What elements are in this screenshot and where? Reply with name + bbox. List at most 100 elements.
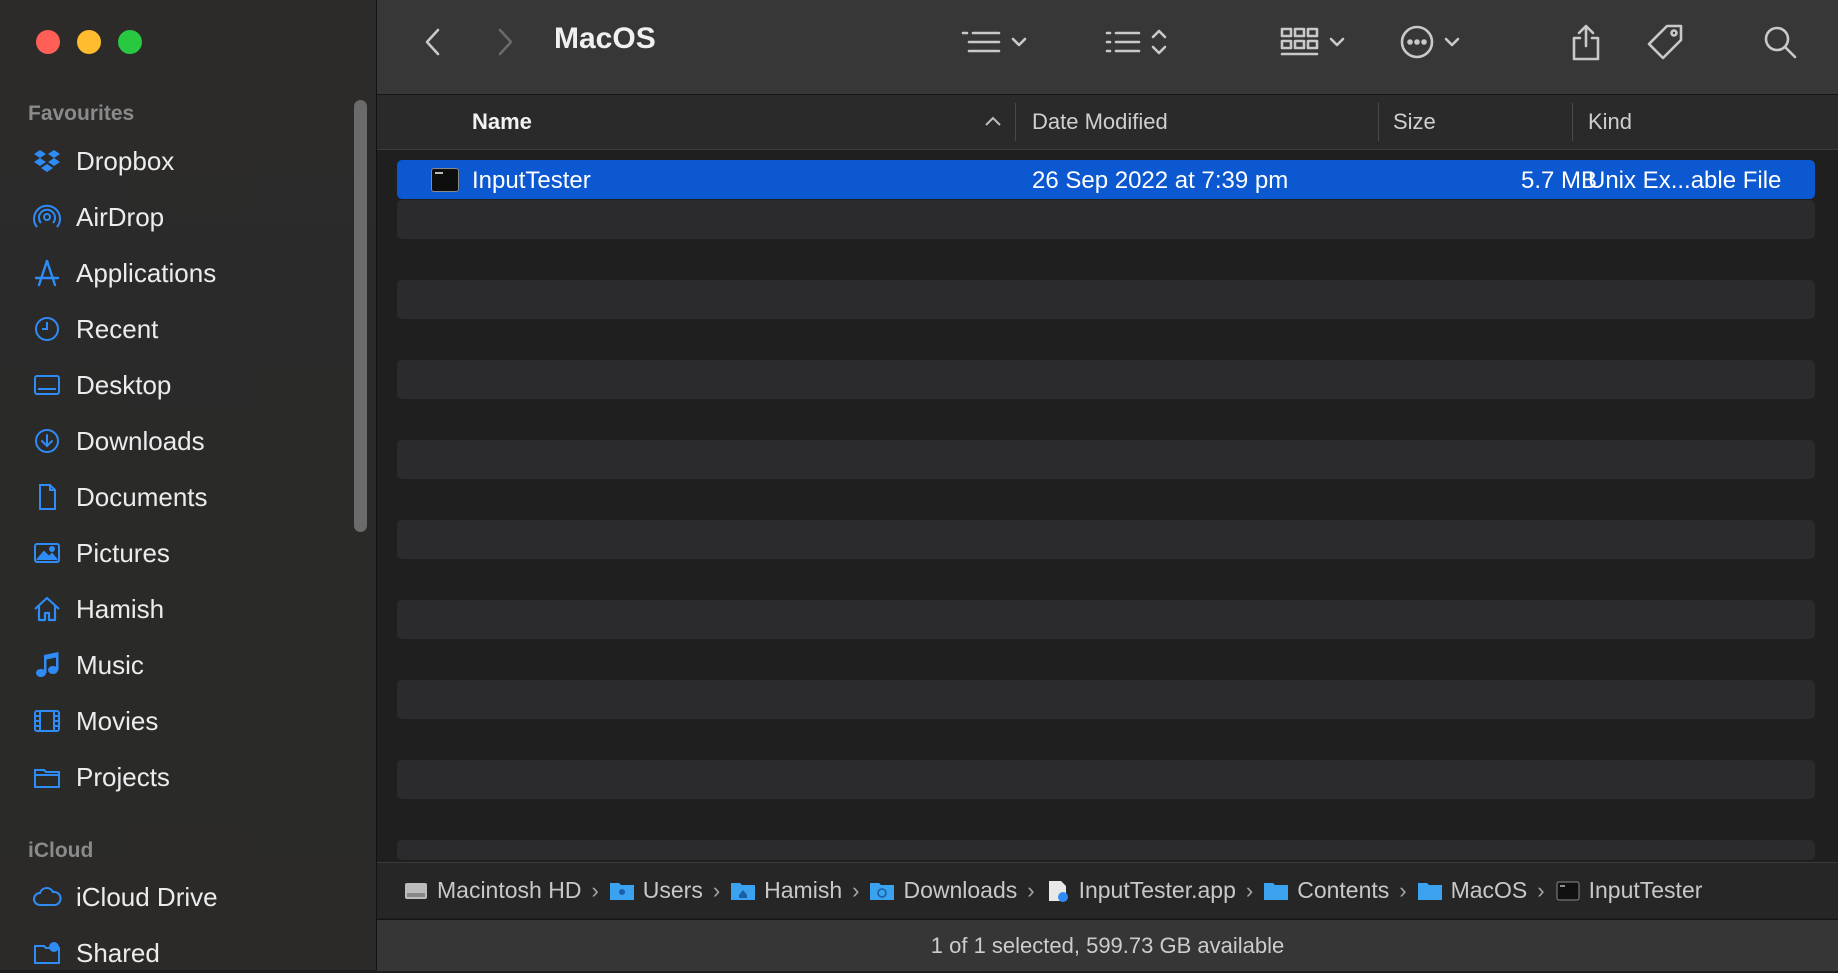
downloads-folder-icon <box>869 880 895 902</box>
empty-row <box>397 280 1815 319</box>
document-icon <box>28 481 66 513</box>
path-item[interactable]: Contents <box>1263 877 1389 904</box>
column-divider[interactable] <box>1015 103 1016 141</box>
tags-button[interactable] <box>1645 18 1687 66</box>
path-item[interactable]: Users <box>609 877 703 904</box>
column-divider[interactable] <box>1378 103 1379 141</box>
sidebar-item-label: Music <box>76 649 144 680</box>
sidebar-item-desktop[interactable]: Desktop <box>28 365 348 405</box>
sidebar-item-label: Applications <box>76 257 217 288</box>
path-item[interactable]: MacOS <box>1417 877 1527 904</box>
column-name[interactable]: Name <box>472 109 532 135</box>
sidebar-item-pictures[interactable]: Pictures <box>28 533 348 573</box>
column-size[interactable]: Size <box>1393 109 1436 135</box>
sort-ascending-icon[interactable] <box>983 113 1003 129</box>
file-row[interactable]: InputTester 26 Sep 2022 at 7:39 pm 5.7 M… <box>397 160 1815 199</box>
column-kind[interactable]: Kind <box>1588 109 1632 135</box>
path-item[interactable]: Macintosh HD <box>403 877 581 904</box>
sidebar-item-dropbox[interactable]: Dropbox <box>28 141 348 181</box>
home-folder-icon <box>730 880 756 902</box>
sidebar: Favourites Dropbox AirDrop Applications … <box>0 0 377 970</box>
close-window-button[interactable] <box>36 30 60 54</box>
sidebar-item-recent[interactable]: Recent <box>28 309 348 349</box>
film-icon <box>28 705 66 737</box>
sidebar-item-hamish[interactable]: Hamish <box>28 589 348 629</box>
back-button[interactable] <box>421 18 445 66</box>
empty-row <box>397 840 1815 860</box>
path-item[interactable]: InputTester.app <box>1045 877 1236 904</box>
file-name: InputTester <box>472 167 591 194</box>
file-browser: MacOS Name Date Modified Size Kind Input… <box>377 0 1838 971</box>
sidebar-item-movies[interactable]: Movies <box>28 701 348 741</box>
empty-row <box>397 440 1815 479</box>
empty-row <box>397 680 1815 719</box>
path-item[interactable]: Hamish <box>730 877 842 904</box>
minimize-window-button[interactable] <box>77 30 101 54</box>
window-controls <box>36 30 142 54</box>
executable-icon <box>1555 880 1581 902</box>
path-label: Hamish <box>764 877 843 903</box>
sidebar-scrollbar[interactable] <box>354 100 367 532</box>
tag-icon <box>1647 24 1683 60</box>
file-date: 26 Sep 2022 at 7:39 pm <box>1032 167 1289 194</box>
sidebar-item-music[interactable]: Music <box>28 645 348 685</box>
favourites-heading: Favourites <box>28 102 135 125</box>
share-button[interactable] <box>1569 18 1603 66</box>
path-separator-icon: › <box>591 877 599 903</box>
path-separator-icon: › <box>1537 877 1545 903</box>
ellipsis-circle-icon <box>1400 25 1434 59</box>
grid-icon <box>1280 27 1319 56</box>
folder-icon <box>1263 880 1289 902</box>
path-item[interactable]: Downloads <box>869 877 1017 904</box>
folder-icon <box>28 761 66 793</box>
sidebar-item-label: Movies <box>76 705 159 736</box>
empty-row <box>397 600 1815 639</box>
sidebar-item-documents[interactable]: Documents <box>28 477 348 517</box>
sidebar-item-icloud-drive[interactable]: iCloud Drive <box>28 877 348 917</box>
folder-icon <box>1417 880 1443 902</box>
sidebar-item-label: Hamish <box>76 593 165 624</box>
path-label: Users <box>642 877 703 903</box>
sidebar-item-label: Shared <box>76 937 160 968</box>
group-by-button[interactable] <box>959 18 1029 66</box>
sidebar-item-shared[interactable]: Shared <box>28 933 348 973</box>
music-note-icon <box>28 649 66 681</box>
executable-icon <box>431 168 459 192</box>
path-label: InputTester <box>1588 877 1703 903</box>
forward-button[interactable] <box>493 18 517 66</box>
empty-row <box>397 200 1815 239</box>
more-actions-button[interactable] <box>1398 18 1462 66</box>
sort-by-button[interactable] <box>1103 18 1169 66</box>
chevron-down-icon <box>1329 37 1345 47</box>
chevron-right-icon <box>498 28 513 56</box>
search-icon <box>1764 26 1797 59</box>
airdrop-icon <box>28 201 66 233</box>
applications-icon <box>28 257 66 289</box>
path-separator-icon: › <box>1399 877 1407 903</box>
sidebar-item-projects[interactable]: Projects <box>28 757 348 797</box>
sidebar-item-downloads[interactable]: Downloads <box>28 421 348 461</box>
path-separator-icon: › <box>1027 877 1035 903</box>
photo-icon <box>28 537 66 569</box>
sidebar-item-applications[interactable]: Applications <box>28 253 348 293</box>
share-icon <box>1572 24 1600 61</box>
list-icon <box>1105 31 1141 53</box>
path-separator-icon: › <box>1245 877 1254 903</box>
toolbar: MacOS <box>377 0 1838 95</box>
fullscreen-window-button[interactable] <box>118 30 142 54</box>
empty-row <box>397 760 1815 799</box>
shared-folder-icon <box>28 937 66 969</box>
file-size: 5.7 MB <box>1521 167 1598 194</box>
column-date-modified[interactable]: Date Modified <box>1032 109 1168 135</box>
sidebar-item-airdrop[interactable]: AirDrop <box>28 197 348 237</box>
column-divider[interactable] <box>1572 103 1573 141</box>
path-item[interactable]: InputTester <box>1555 877 1703 904</box>
search-button[interactable] <box>1761 18 1799 66</box>
sidebar-item-label: Pictures <box>76 537 170 568</box>
sidebar-item-label: Recent <box>76 313 159 344</box>
desktop-icon <box>28 369 66 401</box>
path-label: Contents <box>1297 877 1390 903</box>
chevron-left-icon <box>425 28 440 56</box>
view-mode-button[interactable] <box>1279 18 1347 66</box>
users-folder-icon <box>609 880 635 902</box>
